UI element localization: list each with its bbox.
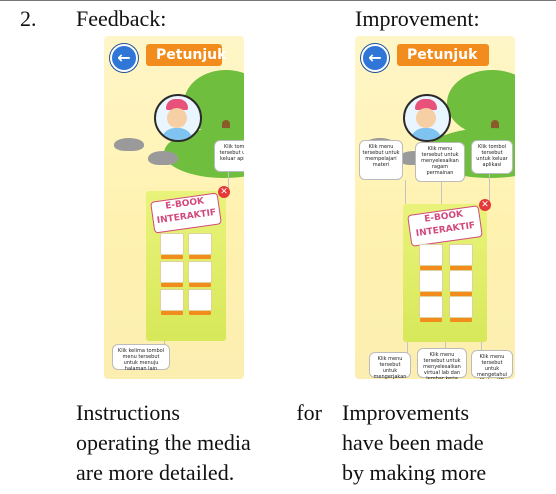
back-arrow-icon[interactable]: ← xyxy=(361,44,389,72)
callout-ki-kd: Klik menu tersebut untuk mengetahui KI d… xyxy=(471,350,513,379)
caption-line: Improvements xyxy=(342,400,470,425)
menu-tile-ki-kd[interactable] xyxy=(449,296,473,322)
callout-exit-app: Klik tombol tersebut untuk keluar aplika… xyxy=(471,140,513,174)
ebook-title: E-BOOK INTERAKTIF xyxy=(407,205,483,247)
feedback-caption: Instructions for operating the media are… xyxy=(76,398,322,488)
menu-tile-petunjuk[interactable] xyxy=(419,296,443,322)
callout-virtual-lab: Klik menu tersebut untuk menyelesaikan v… xyxy=(417,348,467,379)
callout-exit-app: Klik tombol tersebut untuk keluar aplika… xyxy=(214,140,244,172)
improvement-header: Improvement: xyxy=(355,6,480,31)
caption-line: Instructions for xyxy=(76,400,322,425)
ebook-main-menu: E-BOOK INTERAKTIF xyxy=(403,204,487,342)
page-title: Petunjuk xyxy=(146,44,226,66)
callout-permainan: Klik menu tersebut untuk menyelesaikan r… xyxy=(415,142,465,182)
cloud-decoration xyxy=(114,138,144,151)
page-title: Petunjuk xyxy=(397,44,489,66)
improvement-caption: Improvements have been made by making mo… xyxy=(342,398,552,488)
close-icon[interactable]: ✕ xyxy=(218,186,230,198)
caption-line: have been made xyxy=(342,430,484,455)
caption-line: operating the media xyxy=(76,430,251,455)
caption-line: by making more xyxy=(342,460,487,485)
callout-materi: Klik menu tersebut untuk mempelajari mat… xyxy=(359,140,403,180)
improvement-app-screenshot: ← Petunjuk Klik menu tersebut untuk memp… xyxy=(355,36,515,379)
hill-decoration xyxy=(447,70,515,136)
menu-tile-permainan[interactable] xyxy=(188,233,212,259)
menu-tile-materi[interactable] xyxy=(160,233,184,259)
menu-tile-virtual-lab[interactable] xyxy=(449,270,473,296)
back-arrow-icon[interactable]: ← xyxy=(110,44,138,72)
menu-tile-petunjuk[interactable] xyxy=(160,289,184,315)
close-icon[interactable]: ✕ xyxy=(479,199,491,211)
caption-line: are more detailed. xyxy=(76,460,235,485)
menu-tile-kuis[interactable] xyxy=(419,270,443,296)
avatar xyxy=(154,94,202,142)
table-top-rule xyxy=(0,0,556,1)
cloud-decoration xyxy=(148,151,178,165)
menu-tile-ki-kd[interactable] xyxy=(188,289,212,315)
menu-tile-permainan[interactable] xyxy=(449,244,473,270)
callout-kuis: Klik menu tersebut untuk mengerjakan soa… xyxy=(369,352,411,379)
menu-tile-kuis[interactable] xyxy=(160,261,184,287)
row-number: 2. xyxy=(20,6,37,31)
avatar xyxy=(403,94,451,142)
callout-menu-buttons: Klik kelima tombol menu tersebut untuk m… xyxy=(112,344,170,372)
menu-tile-materi[interactable] xyxy=(419,244,443,270)
menu-tile-virtual-lab[interactable] xyxy=(188,261,212,287)
feedback-header: Feedback: xyxy=(76,6,167,31)
feedback-app-screenshot: ← Petunjuk Klik tombol tersebut untuk ke… xyxy=(104,36,244,379)
ebook-main-menu: E-BOOK INTERAKTIF xyxy=(146,191,226,341)
ebook-title: E-BOOK INTERAKTIF xyxy=(150,192,222,234)
